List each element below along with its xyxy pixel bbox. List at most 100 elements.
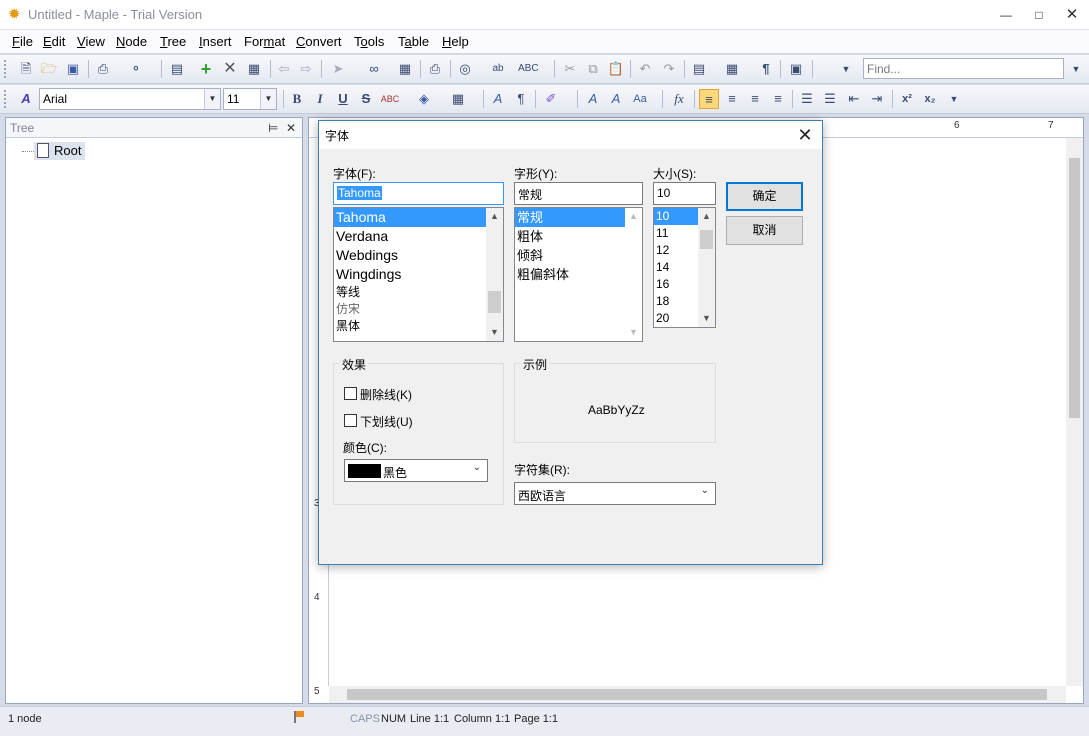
- shrink-font-icon[interactable]: A: [606, 89, 626, 109]
- menu-help[interactable]: Help: [442, 34, 469, 49]
- pin-icon[interactable]: ⊨: [268, 121, 278, 135]
- bullet-list-icon[interactable]: ☰: [820, 89, 840, 109]
- pointer-icon[interactable]: ➤: [328, 59, 348, 79]
- undo-icon[interactable]: ↶: [635, 59, 655, 79]
- window-icon[interactable]: ▣: [786, 59, 806, 79]
- print-preview-icon[interactable]: ⚬: [126, 59, 146, 79]
- new-file-icon[interactable]: 🗎: [16, 59, 36, 79]
- formula-icon[interactable]: fx: [669, 89, 689, 109]
- chevron-down-icon[interactable]: ▼: [260, 89, 276, 109]
- list-scrollbar[interactable]: ▲ ▼: [486, 208, 503, 341]
- redo-icon[interactable]: ↷: [659, 59, 679, 79]
- borders-icon[interactable]: ▦: [448, 89, 468, 109]
- dialog-close-button[interactable]: ✕: [794, 124, 816, 146]
- close-button[interactable]: ✕: [1055, 4, 1089, 26]
- node-options-icon[interactable]: ▦: [244, 59, 264, 79]
- font-style-icon[interactable]: A: [16, 89, 36, 109]
- bold-icon[interactable]: B: [287, 89, 307, 109]
- list-item[interactable]: Verdana: [334, 227, 503, 246]
- font-name-combo[interactable]: Arial ▼: [39, 88, 221, 110]
- page-setup-icon[interactable]: ▤: [689, 59, 709, 79]
- list-scrollbar[interactable]: ▲ ▼: [698, 208, 715, 327]
- brush-icon[interactable]: ✐: [541, 89, 561, 109]
- open-folder-icon[interactable]: 🗁: [39, 59, 59, 79]
- chevron-down-icon[interactable]: ▼: [625, 324, 642, 341]
- add-node-icon[interactable]: +: [196, 59, 216, 79]
- italic-icon[interactable]: I: [310, 89, 330, 109]
- subscript-icon[interactable]: x₂: [920, 89, 940, 109]
- ok-button[interactable]: 确定: [726, 182, 803, 211]
- color-dropdown[interactable]: 黑色 ⌄: [344, 459, 488, 482]
- list-item[interactable]: 粗体: [515, 227, 642, 246]
- menu-table[interactable]: Table: [398, 34, 429, 49]
- list-item[interactable]: Wingdings: [334, 265, 503, 284]
- list-item[interactable]: 常规: [515, 208, 642, 227]
- cut-icon[interactable]: ✂: [560, 59, 580, 79]
- strikeout-checkbox[interactable]: [344, 387, 357, 400]
- increase-indent-icon[interactable]: ⇥: [867, 89, 887, 109]
- close-icon[interactable]: ✕: [286, 121, 296, 135]
- tree-node-root[interactable]: Root: [34, 142, 86, 160]
- menu-view[interactable]: View: [77, 34, 105, 49]
- chevron-down-icon[interactable]: ▼: [698, 310, 715, 327]
- vertical-scrollbar[interactable]: [1066, 138, 1083, 686]
- paragraph-mark-icon[interactable]: ¶: [756, 59, 776, 79]
- table-icon[interactable]: ▦: [395, 59, 415, 79]
- menu-tools[interactable]: Tools: [354, 34, 384, 49]
- menu-tree[interactable]: Tree: [160, 34, 186, 49]
- save-icon[interactable]: ▣: [63, 59, 83, 79]
- menu-file[interactable]: File: [12, 34, 33, 49]
- list-item[interactable]: 等线: [334, 284, 503, 301]
- font-size-combo[interactable]: 11 ▼: [223, 88, 277, 110]
- chevron-up-icon[interactable]: ▲: [486, 208, 503, 225]
- copy-icon[interactable]: ⧉: [583, 59, 603, 79]
- font-style-list[interactable]: 常规 粗体 倾斜 粗偏斜体 ▲ ▼: [514, 207, 643, 342]
- justify-icon[interactable]: ≡: [768, 89, 788, 109]
- replace-icon[interactable]: ab: [488, 59, 508, 79]
- font-name-input[interactable]: Tahoma: [333, 182, 504, 205]
- list-item[interactable]: Tahoma: [334, 208, 503, 227]
- chevron-down-icon[interactable]: ⌄: [701, 485, 709, 496]
- chevron-up-icon[interactable]: ▲: [625, 208, 642, 225]
- maximize-button[interactable]: □: [1022, 4, 1056, 26]
- paste-icon[interactable]: 📋: [606, 59, 626, 79]
- toolbar-grip-2[interactable]: [4, 90, 7, 108]
- chevron-up-icon[interactable]: ▲: [698, 208, 715, 225]
- underline-checkbox[interactable]: [344, 414, 357, 427]
- toolbar-grip[interactable]: [4, 60, 7, 78]
- numbered-list-icon[interactable]: ☰: [797, 89, 817, 109]
- scroll-thumb[interactable]: [1069, 158, 1080, 418]
- list-item[interactable]: 粗偏斜体: [515, 265, 642, 284]
- scroll-thumb[interactable]: [700, 230, 713, 249]
- horizontal-scrollbar[interactable]: [329, 686, 1066, 703]
- change-case-icon[interactable]: Aa: [630, 89, 650, 109]
- highlight-icon[interactable]: ◈: [414, 89, 434, 109]
- text-color-icon[interactable]: ABC: [380, 89, 400, 109]
- find-binoculars-icon[interactable]: ◎: [455, 59, 475, 79]
- grow-font-icon[interactable]: A: [583, 89, 603, 109]
- font-icon[interactable]: A: [488, 89, 508, 109]
- menu-format[interactable]: Format: [244, 34, 285, 49]
- list-item[interactable]: 仿宋: [334, 301, 503, 318]
- font-list[interactable]: Tahoma Verdana Webdings Wingdings 等线 仿宋 …: [333, 207, 504, 342]
- find-input[interactable]: Find...: [863, 58, 1064, 79]
- toolbar-options-icon[interactable]: ▼: [944, 89, 964, 109]
- properties-icon[interactable]: ▤: [167, 59, 187, 79]
- underline-icon[interactable]: U: [333, 89, 353, 109]
- print-icon-2[interactable]: ⎙: [425, 59, 445, 79]
- layout-icon[interactable]: ▦: [722, 59, 742, 79]
- back-icon[interactable]: ⇦: [274, 59, 294, 79]
- chevron-down-icon[interactable]: ▼: [486, 324, 503, 341]
- menu-edit[interactable]: Edit: [43, 34, 65, 49]
- cancel-button[interactable]: 取消: [726, 216, 803, 245]
- align-center-icon[interactable]: ≡: [722, 89, 742, 109]
- strikethrough-icon[interactable]: S: [356, 89, 376, 109]
- align-left-icon[interactable]: ≡: [699, 89, 719, 109]
- font-size-input[interactable]: 10: [653, 182, 716, 205]
- find-options-arrow-icon[interactable]: ▼: [836, 59, 856, 79]
- decrease-indent-icon[interactable]: ⇤: [844, 89, 864, 109]
- align-right-icon[interactable]: ≡: [745, 89, 765, 109]
- delete-node-icon[interactable]: ✕: [220, 59, 240, 79]
- paragraph-icon[interactable]: ¶: [511, 89, 531, 109]
- list-item[interactable]: Webdings: [334, 246, 503, 265]
